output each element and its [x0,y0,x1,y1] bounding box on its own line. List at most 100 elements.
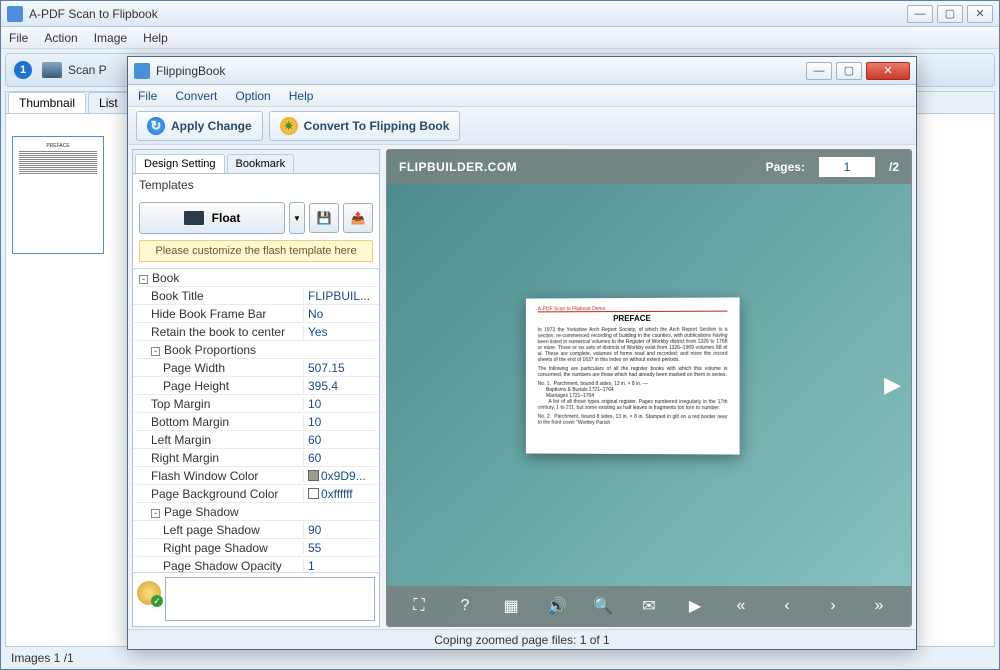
app-icon [7,6,23,22]
description-textarea[interactable] [165,577,375,621]
prop-row[interactable]: Page Background Color0xffffff [133,485,379,503]
tab-list[interactable]: List [88,92,129,113]
dialog-body: Design Setting Bookmark Templates Float … [132,149,912,627]
tab-thumbnail[interactable]: Thumbnail [8,92,86,113]
menu-file[interactable]: File [9,31,28,45]
prop-value[interactable]: No [303,307,379,321]
dialog-menu-convert[interactable]: Convert [175,89,217,103]
prop-row[interactable]: Top Margin10 [133,395,379,413]
page-number-input[interactable] [819,157,875,177]
prop-label: Retain the book to center [151,325,285,339]
maximize-button[interactable]: ▢ [937,5,963,23]
sound-icon[interactable]: 🔊 [547,596,567,616]
prop-label: Bottom Margin [151,415,229,429]
brand-label: FLIPBUILDER.COM [399,160,517,174]
prop-value[interactable]: 90 [303,523,379,537]
prop-value[interactable]: 60 [303,451,379,465]
prop-row[interactable]: -Page Shadow [133,503,379,521]
prop-row[interactable]: Book Title FLIPBUIL... [133,287,379,305]
dialog-maximize-button[interactable]: ▢ [836,62,862,80]
thumbnails-icon[interactable]: ▦ [501,596,521,616]
prev-fast-icon[interactable]: « [731,597,751,615]
prop-value[interactable]: 507.15 [303,361,379,375]
float-template-button[interactable]: Float [139,202,285,234]
prop-label: Book Title [151,289,204,303]
prop-value[interactable]: FLIPBUIL... [303,289,379,303]
prop-value[interactable]: 1 [303,559,379,573]
prop-value[interactable]: 0x9D9... [303,469,379,483]
tab-design-setting[interactable]: Design Setting [135,154,225,173]
thumbnail[interactable]: PREFACE [12,136,104,254]
prop-value[interactable]: 0xffffff [303,487,379,501]
prop-row[interactable]: Page Shadow Opacity1 [133,557,379,572]
gear-icon [280,117,298,135]
prop-label: Left page Shadow [163,523,260,537]
prop-row[interactable]: -Book Proportions [133,341,379,359]
color-chip [308,488,319,499]
outer-statusbar: Images 1 /1 [5,649,995,667]
next-fast-icon[interactable]: » [869,597,889,615]
prop-label: Right page Shadow [163,541,268,555]
minimize-button[interactable]: — [907,5,933,23]
prop-row[interactable]: Retain the book to center Yes [133,323,379,341]
prop-value[interactable]: 10 [303,397,379,411]
refresh-icon [147,117,165,135]
menu-help[interactable]: Help [143,31,168,45]
templates-label: Templates [133,174,379,196]
prop-row[interactable]: Right Margin 60 [133,449,379,467]
menu-action[interactable]: Action [44,31,77,45]
preview-stage[interactable]: A-PDF Scan to Flipbook Demo PREFACE In 1… [387,184,911,586]
prop-label: Right Margin [151,451,219,465]
help-icon[interactable]: ? [455,597,475,615]
save-template-button[interactable]: 💾 [309,203,339,233]
next-page-arrow[interactable]: ▶ [884,372,901,398]
float-label: Float [212,211,241,225]
prop-row[interactable]: Bottom Margin 10 [133,413,379,431]
mail-icon[interactable]: ✉ [639,596,659,616]
prop-row[interactable]: -Book [133,269,379,287]
template-dropdown-button[interactable]: ▼ [289,202,305,234]
book-page[interactable]: A-PDF Scan to Flipbook Demo PREFACE In 1… [526,297,740,454]
prop-label: Page Height [163,379,229,393]
prop-value[interactable]: 10 [303,415,379,429]
fullscreen-icon[interactable]: ⛶ [409,597,429,615]
dialog-close-button[interactable]: ✕ [866,62,910,80]
apply-change-button[interactable]: Apply Change [136,111,263,141]
dialog-titlebar[interactable]: FlippingBook — ▢ ✕ [128,57,916,85]
dialog-menu-file[interactable]: File [138,89,157,103]
prop-row[interactable]: Left page Shadow 90 [133,521,379,539]
prop-value[interactable]: 395.4 [303,379,379,393]
templates-row: Float ▼ 💾 📤 Please customize the flash t… [133,196,379,268]
zoom-icon[interactable]: 🔍 [593,596,613,616]
preview-header: FLIPBUILDER.COM Pages: /2 [387,150,911,184]
prop-row[interactable]: Page Height 395.4 [133,377,379,395]
outer-status-text: Images 1 /1 [11,651,74,665]
property-grid[interactable]: -Book Book Title FLIPBUIL... Hide Book Fram… [133,268,379,572]
prop-row[interactable]: Hide Book Frame Bar No [133,305,379,323]
convert-button[interactable]: Convert To Flipping Book [269,111,461,141]
prop-row[interactable]: Flash Window Color0x9D9... [133,467,379,485]
prev-icon[interactable]: ‹ [777,597,797,615]
prop-row[interactable]: Page Width507.15 [133,359,379,377]
page-header-line: A-PDF Scan to Flipbook Demo [538,306,728,313]
close-button[interactable]: ✕ [967,5,993,23]
next-icon[interactable]: › [823,597,843,615]
first-page-icon[interactable]: ▶ [685,596,705,616]
tab-bookmark[interactable]: Bookmark [227,154,295,173]
prop-row[interactable]: Left Margin60 [133,431,379,449]
prop-label: Hide Book Frame Bar [151,307,266,321]
dialog-icon [134,63,150,79]
prop-row[interactable]: Right page Shadow 55 [133,539,379,557]
menu-image[interactable]: Image [94,31,127,45]
prop-value[interactable]: Yes [303,325,379,339]
dialog-menu-option[interactable]: Option [235,89,270,103]
color-chip [308,470,319,481]
prop-value[interactable]: 60 [303,433,379,447]
left-tabs: Design Setting Bookmark [133,150,379,174]
scan-button[interactable]: Scan P [42,62,107,78]
left-panel: Design Setting Bookmark Templates Float … [132,149,380,627]
prop-value[interactable]: 55 [303,541,379,555]
export-template-button[interactable]: 📤 [343,203,373,233]
dialog-minimize-button[interactable]: — [806,62,832,80]
dialog-menu-help[interactable]: Help [289,89,314,103]
